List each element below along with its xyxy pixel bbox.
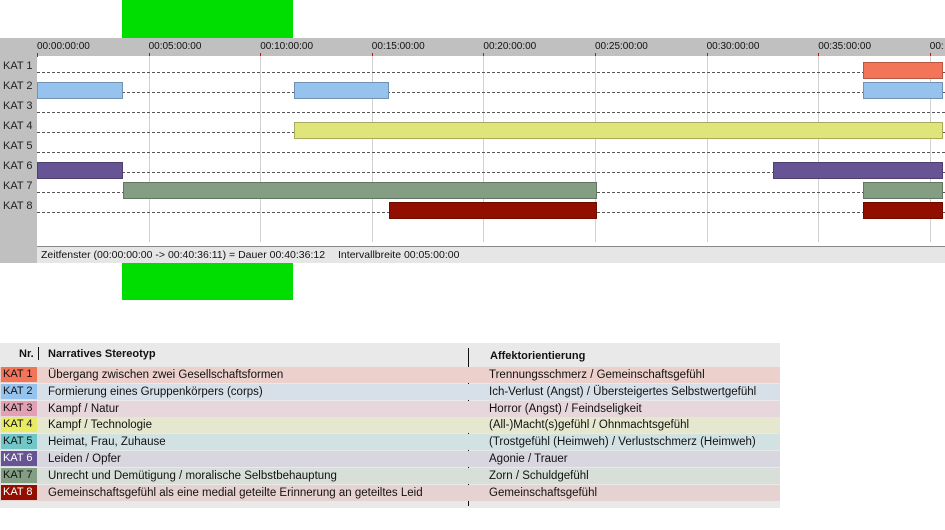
legend-row: KAT 3 Kampf / Natur Horror (Angst) / Feind… [0, 400, 780, 417]
legend-badge-kat-2: KAT 2 [1, 383, 37, 399]
row-label-kat-7: KAT 7 [3, 180, 33, 192]
legend-affekt: (All-)Macht(s)gefühl / Ohnmachtsgefühl [489, 419, 690, 432]
selection-marker-bottom [122, 263, 293, 300]
tick-label: 00:00:00:00 [37, 41, 90, 52]
gridline [260, 56, 262, 242]
timeline-plot-area[interactable] [37, 56, 945, 263]
interval-width-readout: Intervallbreite 00:05:00:00 [338, 249, 460, 261]
segment-bar-kat-6[interactable] [37, 162, 123, 179]
legend-badge-kat-6: KAT 6 [1, 451, 37, 466]
category-legend-table: Nr. Narratives Stereotyp Affektorientier… [0, 343, 780, 508]
segment-bar-kat-7[interactable] [122, 182, 597, 199]
tick-label: 00: [929, 41, 944, 52]
legend-stereotyp: Kampf / Natur [48, 402, 119, 415]
row-label-kat-3: KAT 3 [3, 100, 33, 112]
segment-bar-kat-2[interactable] [293, 82, 389, 99]
legend-row: KAT 7 Unrecht und Demütigung / moralische… [0, 467, 780, 484]
legend-badge-kat-3: KAT 3 [1, 400, 37, 416]
legend-stereotyp: Übergang zwischen zwei Gesellschaftsform… [48, 369, 284, 381]
row-track-line [37, 92, 945, 93]
segment-bar-kat-4[interactable] [293, 122, 944, 139]
row-label-kat-1: KAT 1 [3, 60, 33, 72]
legend-badge-kat-8: KAT 8 [1, 484, 37, 500]
legend-row: KAT 5 Heimat, Frau, Zuhause (Trostgefühl (… [0, 434, 780, 451]
legend-header-stereotyp: Narratives Stereotyp [48, 348, 156, 360]
row-track-line [37, 112, 945, 113]
tick-label: 00:35:00:00 [818, 41, 872, 52]
segment-bar-kat-2[interactable] [862, 82, 944, 99]
legend-badge-kat-5: KAT 5 [1, 434, 37, 450]
tick-mark [37, 53, 38, 57]
legend-badge-kat-4: KAT 4 [1, 417, 37, 433]
timeline-status-bar: Zeitfenster (00:00:00:00 -> 00:40:36:11)… [37, 246, 945, 263]
segment-bar-kat-6[interactable] [772, 162, 944, 179]
gridline [706, 56, 708, 242]
legend-affekt: Trennungsschmerz / Gemeinschaftsgefühl [489, 369, 705, 381]
legend-header-affekt: Affektorientierung [490, 350, 586, 362]
tick-label: 00:10:00:00 [260, 41, 314, 52]
row-label-kat-6: KAT 6 [3, 160, 33, 172]
legend-row: KAT 2 Formierung eines Gruppenkörpers (co… [0, 383, 780, 400]
legend-affekt: (Trostgefühl (Heimweh) / Verlustschmerz … [489, 436, 756, 449]
timeline-panel[interactable]: 00:00:00:00 00:05:00:00 00:10:00:00 00:15:0… [0, 38, 945, 263]
legend-badge-kat-1: KAT 1 [1, 367, 37, 382]
legend-row: KAT 1 Übergang zwischen zwei Gesellschaft… [0, 367, 780, 383]
tick-label: 00:20:00:00 [483, 41, 537, 52]
legend-affekt: Zorn / Schuldgefühl [489, 469, 589, 482]
legend-affekt: Agonie / Trauer [489, 453, 568, 465]
legend-header-nr: Nr. [19, 348, 34, 360]
segment-bar-kat-1[interactable] [862, 62, 944, 79]
legend-stereotyp: Unrecht und Demütigung / moralische Selb… [48, 469, 337, 482]
segment-bar-kat-2[interactable] [37, 82, 123, 99]
legend-row: KAT 6 Leiden / Opfer Agonie / Trauer [0, 451, 780, 467]
legend-affekt: Horror (Angst) / Feindseligkeit [489, 402, 642, 415]
legend-stereotyp: Kampf / Technologie [48, 419, 152, 432]
row-label-kat-8: KAT 8 [3, 200, 33, 212]
legend-stereotyp: Heimat, Frau, Zuhause [48, 436, 166, 449]
legend-row: KAT 4 Kampf / Technologie (All-)Macht(s)ge… [0, 417, 780, 434]
row-label-kat-5: KAT 5 [3, 140, 33, 152]
row-track-line [37, 72, 945, 73]
legend-stereotyp: Gemeinschaftsgefühl als eine medial gete… [48, 486, 423, 499]
selection-marker-top [122, 0, 293, 38]
tick-label: 00:15:00:00 [371, 41, 425, 52]
legend-badge-kat-7: KAT 7 [1, 467, 37, 483]
legend-row: KAT 8 Gemeinschaftsgefühl als eine medial… [0, 484, 780, 501]
tick-label: 00:05:00:00 [148, 41, 202, 52]
gridline [148, 56, 150, 242]
segment-bar-kat-7[interactable] [862, 182, 944, 199]
legend-stereotyp: Leiden / Opfer [48, 453, 121, 465]
legend-header-separator [38, 347, 39, 360]
tick-label: 00:30:00:00 [706, 41, 760, 52]
row-track-line [37, 152, 945, 153]
segment-bar-kat-8[interactable] [388, 202, 597, 219]
legend-stereotyp: Formierung eines Gruppenkörpers (corps) [48, 385, 263, 398]
legend-affekt: Ich-Verlust (Angst) / Übersteigertes Sel… [489, 385, 757, 398]
segment-bar-kat-8[interactable] [862, 202, 944, 219]
gridline [818, 56, 820, 242]
time-window-readout: Zeitfenster (00:00:00:00 -> 00:40:36:11)… [41, 249, 326, 261]
row-label-kat-4: KAT 4 [3, 120, 33, 132]
row-label-kat-2: KAT 2 [3, 80, 33, 92]
tick-label: 00:25:00:00 [595, 41, 648, 52]
legend-affekt: Gemeinschaftsgefühl [489, 486, 598, 499]
